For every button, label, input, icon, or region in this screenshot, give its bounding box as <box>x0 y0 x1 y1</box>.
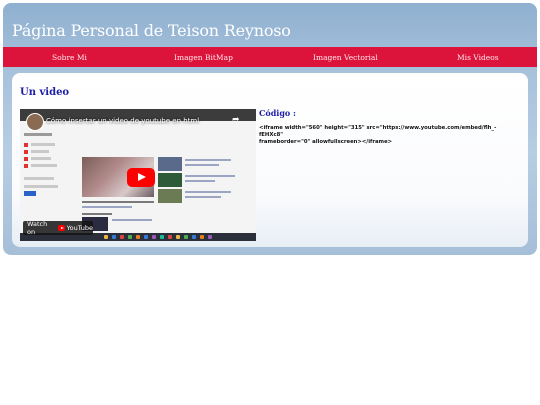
nav-item-sobre-mi[interactable]: Sobre Mi <box>52 53 87 62</box>
channel-avatar[interactable] <box>26 113 44 131</box>
embed-code: <iframe width="560" height="315" src="ht… <box>259 125 509 146</box>
watch-on-youtube-button[interactable]: Watch on YouTube <box>23 220 93 236</box>
watch-on-label: Watch on <box>27 220 48 236</box>
share-icon[interactable]: ➦ <box>232 115 246 125</box>
youtube-wordmark: YouTube <box>66 224 93 232</box>
related-thumbnail <box>158 157 182 171</box>
related-thumbnail <box>158 189 182 203</box>
nav-bar: Sobre Mi Imagen BitMap Imagen Vectorial … <box>3 47 537 67</box>
page-container: Página Personal de Teison Reynoso Sobre … <box>3 3 537 255</box>
embed-code-line-2: frameborder="0" allowfullscreen></iframe… <box>259 139 393 145</box>
nav-item-mis-videos[interactable]: Mis Videos <box>457 53 499 62</box>
video-embed[interactable]: Cómo insertar un video de youtube en htm… <box>20 109 256 241</box>
nav-item-imagen-bitmap[interactable]: Imagen BitMap <box>174 53 233 62</box>
play-button-icon[interactable] <box>127 168 155 187</box>
page-title: Página Personal de Teison Reynoso <box>12 21 291 40</box>
main-content: Un video Cómo insertar un video de youtu… <box>12 73 528 247</box>
section-heading: Un video <box>20 87 70 98</box>
related-thumbnail <box>158 173 182 187</box>
nav-item-imagen-vectorial[interactable]: Imagen Vectorial <box>313 53 378 62</box>
code-label: Código : <box>259 108 297 118</box>
video-sidebar-preview <box>24 133 74 203</box>
video-title[interactable]: Cómo insertar un video de youtube en htm… <box>46 117 199 125</box>
embed-code-line-1: <iframe width="560" height="315" src="ht… <box>259 125 497 138</box>
youtube-logo-icon <box>57 225 65 231</box>
